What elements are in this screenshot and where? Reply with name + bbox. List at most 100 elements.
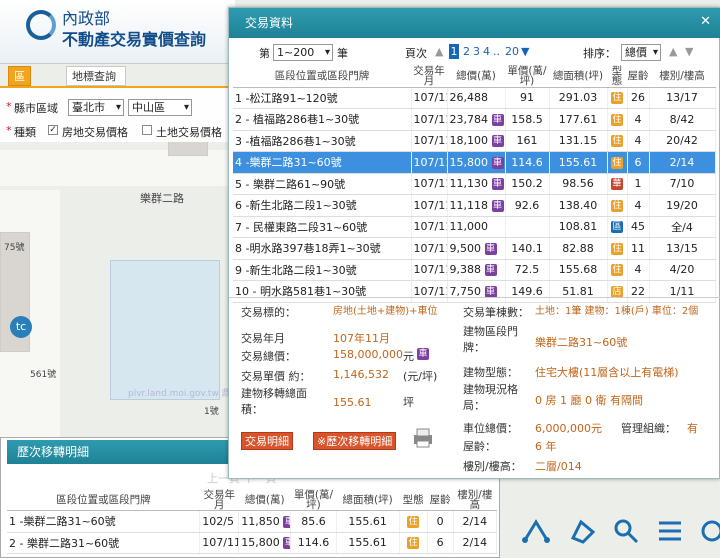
cell-area: 138.40 xyxy=(549,194,608,217)
transaction-table: 區段位置或區段門牌 交易年月 總價(萬) 單價(萬/坪) 總面積(坪) 型態 屋… xyxy=(233,65,716,303)
table-row[interactable]: 2 - 植福路286巷1~30號107/1123,784 車158.5177.6… xyxy=(233,108,716,131)
next-page-icon[interactable]: ▼ xyxy=(521,45,529,58)
building-type-icon: 店 xyxy=(611,285,623,298)
layer-list-icon[interactable] xyxy=(655,516,685,546)
table-row[interactable]: 7 - 民權東路二段31~60號107/1111,000 108.81區45全/… xyxy=(233,216,716,238)
building-type-icon: 住 xyxy=(611,264,623,277)
table-row[interactable]: 5 - 樂群二路61~90號107/1111,130 車150.298.56華1… xyxy=(233,173,716,195)
col-header: 交易年月 xyxy=(411,65,447,88)
city-select[interactable]: 臺北市 xyxy=(68,99,124,116)
range-select[interactable]: 1~200 xyxy=(273,44,333,61)
transaction-detail-button[interactable]: 交易明細 xyxy=(241,432,293,450)
city-label: 縣市區域 xyxy=(14,102,58,115)
row-number: 7 xyxy=(235,220,242,234)
history-table: 區段位置或區段門牌 交易年月 總價(萬) 單價(萬/坪) 總面積(坪) 型態 屋… xyxy=(7,490,498,554)
map-marker-icon[interactable]: tc xyxy=(10,316,32,338)
cell-age: 1 xyxy=(627,173,650,195)
tab-landmark-search[interactable]: 地標查詢 xyxy=(66,66,126,86)
cell-date: 107/11 xyxy=(199,532,240,554)
sort-desc-icon[interactable]: ▼ xyxy=(685,45,693,58)
table-row[interactable]: 2 - 樂群二路31~60號107/1115,800 車114.6155.61住… xyxy=(7,532,498,554)
cell-type: 華 xyxy=(607,173,628,195)
detail-value: 二層/014 xyxy=(535,460,582,473)
cell-price: 11,130 車 xyxy=(447,173,506,195)
map-settings-icon[interactable] xyxy=(697,516,720,546)
cell-date: 107/11 xyxy=(411,259,448,281)
detail-value: 1,146,532 xyxy=(333,368,389,381)
table-row[interactable]: 1 -松江路91~120號107/1126,488 91291.03住2613/… xyxy=(233,87,716,109)
row-address: -明水路397巷18弄1~30號 xyxy=(242,242,381,256)
detail-label: 建物型態： xyxy=(463,366,518,379)
sort-select[interactable]: 總價 xyxy=(621,44,661,61)
cell-unit-price: 114.6 xyxy=(505,151,550,174)
popup-title: 交易資料 xyxy=(229,8,720,38)
land-checkbox[interactable] xyxy=(142,125,152,135)
cell-price: 26,488 xyxy=(447,87,506,109)
cell-age: 11 xyxy=(627,237,650,260)
table-row[interactable]: 1 -樂群二路31~60號102/511,850 車85.6155.61住02/… xyxy=(7,510,498,533)
row-number: 3 xyxy=(235,134,242,148)
logo-icon xyxy=(26,10,56,40)
cell-area: 291.03 xyxy=(549,87,608,109)
price-value: 11,000 xyxy=(449,220,489,234)
map-address-label: 1號 xyxy=(204,407,219,417)
row-address: - 樂群二路31~60號 xyxy=(16,536,120,550)
page-link[interactable]: 2 xyxy=(463,45,470,58)
page-link[interactable]: 3 xyxy=(473,45,480,58)
tab-area-search[interactable]: 區域查詢 xyxy=(8,66,31,140)
cell-unit-price: 72.5 xyxy=(505,259,550,281)
close-icon[interactable]: ✕ xyxy=(700,14,711,29)
cell-area: 108.81 xyxy=(549,216,608,238)
table-row[interactable]: 3 -植福路286巷1~30號107/1118,100 車161131.15住4… xyxy=(233,130,716,152)
cell-date: 107/11 xyxy=(411,173,448,195)
detail-label: 交易標的： xyxy=(241,306,296,319)
cell-date: 102/5 xyxy=(199,510,240,533)
measure-distance-icon[interactable] xyxy=(521,516,551,546)
search-panel: * 縣市區域 臺北市 中山區 * 種類 ✓ 房地交易價格 土地交易價格 xyxy=(0,86,235,142)
cell-date: 107/11 xyxy=(411,130,448,152)
cell-type: 區 xyxy=(607,216,628,238)
col-header: 屋齡 xyxy=(427,490,454,511)
prev-page-icon[interactable]: ▲ xyxy=(435,45,443,58)
cell-address: 5 - 樂群二路61~90號 xyxy=(233,173,412,195)
row-address: - 樂群二路61~90號 xyxy=(242,177,346,191)
building-type-icon: 住 xyxy=(611,156,623,169)
print-icon[interactable] xyxy=(411,426,435,450)
parking-icon: 車 xyxy=(484,264,497,277)
detail-unit: (元/坪) xyxy=(403,370,438,383)
row-address: -植福路286巷1~30號 xyxy=(242,134,356,148)
detail-label: 建物區段門牌： xyxy=(463,325,518,354)
page-current[interactable]: 1 xyxy=(449,44,459,59)
table-row[interactable]: 9 -新生北路二段1~30號107/119,388 車72.5155.68住44… xyxy=(233,259,716,281)
price-value: 11,850 xyxy=(241,514,280,528)
row-number: 8 xyxy=(235,242,242,256)
cell-address: 2 - 植福路286巷1~30號 xyxy=(233,108,412,131)
table-row[interactable]: 8 -明水路397巷18弄1~30號107/119,500 車140.182.8… xyxy=(233,237,716,260)
house-checkbox[interactable]: ✓ xyxy=(48,125,58,135)
building-type-icon: 住 xyxy=(611,199,623,212)
cell-unit-price: 158.5 xyxy=(505,108,550,131)
locate-icon[interactable] xyxy=(611,516,641,546)
price-value: 11,130 xyxy=(449,177,489,191)
cell-date: 107/11 xyxy=(411,108,448,131)
site-header: 內政部 不動產交易實價查詢 xyxy=(0,0,235,64)
page-link[interactable]: 20 xyxy=(505,45,519,58)
cell-type: 住 xyxy=(399,510,428,533)
sort-asc-icon[interactable]: ▲ xyxy=(669,45,677,58)
table-row[interactable]: 4 -樂群二路31~60號107/1115,800 車114.6155.61住6… xyxy=(233,151,716,174)
page-link[interactable]: 4 xyxy=(483,45,490,58)
required-mark: * xyxy=(6,124,12,137)
measure-area-icon[interactable] xyxy=(567,516,597,546)
cell-age: 0 xyxy=(427,510,454,533)
transfer-history-button[interactable]: ※歷次移轉明細 xyxy=(313,432,397,450)
district-select[interactable]: 中山區 xyxy=(128,99,192,116)
cell-price: 11,850 車 xyxy=(238,510,292,533)
detail-label: 屋齡： xyxy=(463,440,496,453)
row-number: 9 xyxy=(235,263,242,277)
cell-address: 2 - 樂群二路31~60號 xyxy=(7,532,201,554)
cell-area: 131.15 xyxy=(549,130,608,152)
col-header: 區段位置或區段門牌 xyxy=(233,65,411,88)
cell-unit-price: 91 xyxy=(505,87,550,109)
detail-label: 建物移轉總面積： xyxy=(241,387,307,416)
table-row[interactable]: 6 -新生北路二段1~30號107/1111,118 車92.6138.40住4… xyxy=(233,194,716,217)
